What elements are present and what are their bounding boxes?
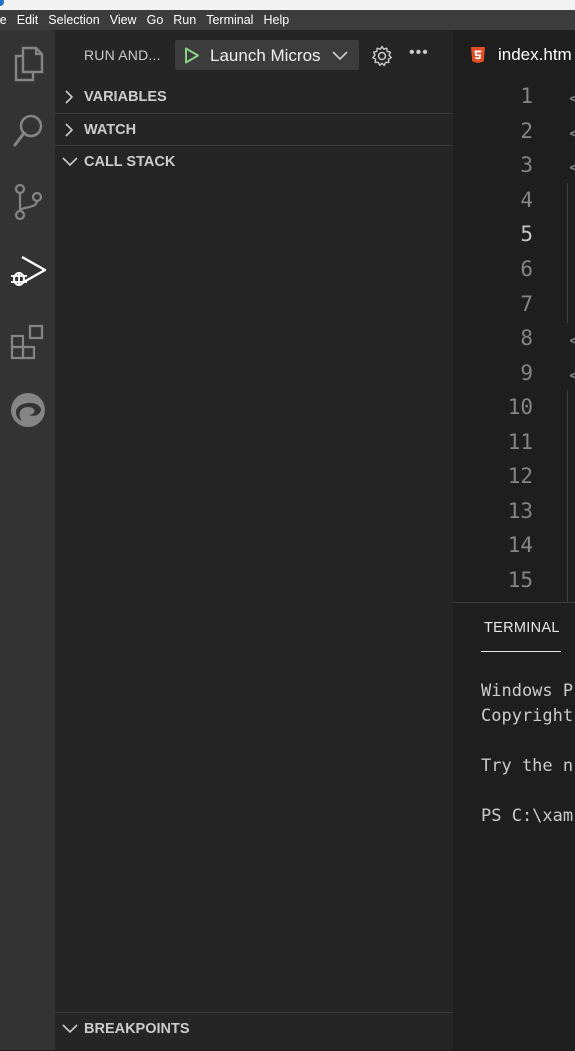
watch-section-header[interactable]: WATCH — [55, 113, 453, 145]
line-number: 1 — [520, 84, 533, 108]
indent-guide — [567, 183, 568, 323]
terminal-prompt[interactable]: PS C:\xam — [481, 806, 575, 826]
editor-tab[interactable]: index.htm — [453, 30, 575, 80]
line-number-active: 5 — [520, 222, 533, 246]
explorer-icon[interactable] — [0, 36, 55, 92]
call-stack-section-header[interactable]: CALL STACK — [55, 145, 453, 177]
chevron-right-icon — [65, 90, 74, 104]
code-glyph: < — [569, 121, 575, 145]
menu-selection[interactable]: Selection — [43, 10, 104, 30]
code-glyph: < — [569, 328, 575, 352]
line-number: 10 — [507, 395, 533, 419]
menu-go[interactable]: Go — [142, 10, 169, 30]
launch-config-dropdown[interactable]: Launch Micros — [175, 40, 359, 70]
sidebar-title: RUN AND... — [84, 47, 161, 63]
launch-config-label: Launch Micros — [210, 46, 321, 65]
line-number: 4 — [520, 188, 533, 212]
edge-icon[interactable] — [0, 382, 55, 438]
terminal-line: Windows P — [481, 681, 574, 701]
source-control-icon[interactable] — [0, 174, 55, 230]
extensions-icon[interactable] — [0, 314, 55, 370]
variables-label: VARIABLES — [84, 89, 167, 105]
app-logo-icon — [0, 0, 4, 6]
terminal-line: Copyright — [481, 706, 574, 726]
call-stack-label: CALL STACK — [84, 154, 176, 170]
line-number: 8 — [520, 326, 533, 350]
code-glyph: < — [569, 86, 575, 110]
line-number: 13 — [507, 499, 533, 523]
chevron-right-icon — [65, 123, 74, 137]
menu-terminal[interactable]: Terminal — [201, 10, 258, 30]
html5-icon — [471, 47, 485, 63]
indent-guide — [567, 390, 568, 602]
line-number: 12 — [507, 464, 533, 488]
chevron-down-icon — [332, 51, 348, 61]
sidebar-header: RUN AND... Launch Micros ••• — [55, 30, 453, 80]
terminal-panel: TERMINAL Windows P Copyright Try the n P… — [453, 602, 575, 1051]
code-editor[interactable]: 1 2 3 4 5 6 7 8 9 10 11 12 13 14 15 < < … — [453, 80, 575, 602]
tab-filename: index.htm — [498, 45, 572, 64]
search-icon[interactable] — [0, 103, 55, 159]
code-glyph: < — [569, 155, 575, 179]
line-number: 3 — [520, 153, 533, 177]
chevron-down-icon — [62, 1024, 78, 1034]
more-actions-icon[interactable]: ••• — [409, 44, 429, 62]
activity-bar — [0, 30, 55, 1050]
gear-icon[interactable] — [371, 45, 393, 67]
terminal-line: Try the n — [481, 756, 574, 776]
breakpoints-section-header[interactable]: BREAKPOINTS — [55, 1012, 453, 1044]
menu-bar: le Edit Selection View Go Run Terminal H… — [0, 10, 575, 30]
watch-label: WATCH — [84, 122, 137, 138]
line-number: 11 — [507, 430, 533, 454]
menu-run[interactable]: Run — [168, 10, 201, 30]
code-glyph: < — [569, 363, 575, 387]
run-debug-icon[interactable] — [0, 243, 55, 299]
run-debug-sidebar: RUN AND... Launch Micros ••• VARIABLES W… — [55, 30, 453, 1050]
line-number: 7 — [520, 292, 533, 316]
menu-file[interactable]: le — [0, 10, 12, 30]
breakpoints-label: BREAKPOINTS — [84, 1021, 190, 1037]
menu-view[interactable]: View — [105, 10, 142, 30]
active-tab-indicator — [481, 651, 561, 652]
tab-terminal[interactable]: TERMINAL — [484, 620, 560, 636]
start-debugging-icon[interactable] — [184, 47, 200, 64]
variables-section-header[interactable]: VARIABLES — [55, 81, 453, 112]
editor-tab-bar: index.htm — [453, 30, 575, 80]
line-number: 6 — [520, 257, 533, 281]
line-number: 9 — [520, 361, 533, 385]
line-number: 15 — [507, 568, 533, 592]
line-number: 14 — [507, 533, 533, 557]
menu-help[interactable]: Help — [258, 10, 294, 30]
line-number: 2 — [520, 119, 533, 143]
window-title-strip — [0, 0, 575, 10]
chevron-down-icon — [62, 157, 78, 167]
menu-edit[interactable]: Edit — [12, 10, 44, 30]
